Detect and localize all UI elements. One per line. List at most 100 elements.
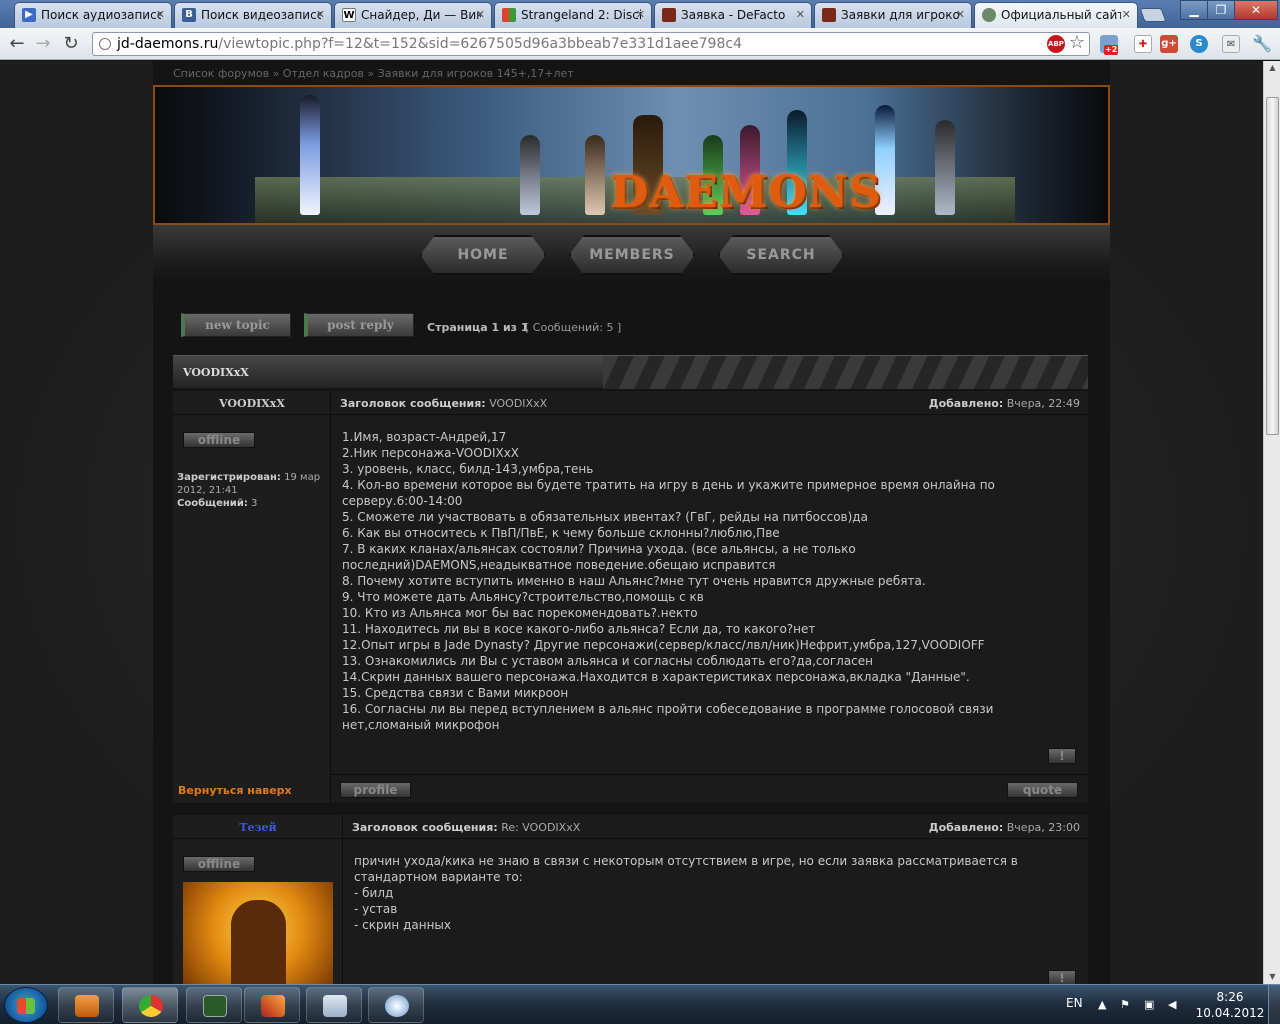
nav-home-button[interactable]: HOME xyxy=(420,235,546,275)
scroll-down-arrow-icon[interactable]: ▼ xyxy=(1266,970,1279,984)
page-scrollbar[interactable]: ▲ ▼ xyxy=(1263,61,1280,984)
scroll-up-arrow-icon[interactable]: ▲ xyxy=(1266,61,1279,75)
action-center-flag-icon[interactable]: ⚑ xyxy=(1120,999,1132,1011)
close-icon[interactable]: ✕ xyxy=(956,3,965,27)
close-icon[interactable]: ✕ xyxy=(636,3,645,27)
post-line: 11. Находитесь ли вы в косе какого-либо … xyxy=(342,622,816,636)
start-button[interactable] xyxy=(4,987,48,1023)
new-topic-button[interactable]: new topic xyxy=(181,313,291,337)
network-icon[interactable]: ▣ xyxy=(1144,999,1156,1011)
language-indicator[interactable]: EN xyxy=(1066,996,1083,1010)
post-line: - устав xyxy=(354,902,398,916)
post-line: причин ухода/кика не знаю в связи с неко… xyxy=(354,854,1018,884)
post-line: - скрин данных xyxy=(354,918,451,932)
volume-icon[interactable]: ◀ xyxy=(1168,999,1180,1011)
minimize-button[interactable]: ▁ xyxy=(1180,0,1208,20)
author-meta: Зарегистрирован: 19 мар 2012, 21:41 Сооб… xyxy=(177,471,327,510)
forward-arrow-icon[interactable]: → xyxy=(32,33,54,55)
post-line: - билд xyxy=(354,886,394,900)
play-icon: ▶ xyxy=(22,8,36,22)
weather-icon[interactable]: +2 xyxy=(1100,35,1119,55)
post-line: 4. Кол-во времени которое вы будете трат… xyxy=(342,478,995,508)
tray-expand-icon[interactable]: ▲ xyxy=(1098,999,1110,1011)
post-subject: Заголовок сообщения: Re: VOODIXxX xyxy=(352,821,580,834)
post-line: 8. Почему хотите вступить именно в наш А… xyxy=(342,574,926,588)
taskbar-voice-chat[interactable] xyxy=(368,987,424,1023)
site-banner[interactable]: DAEMONS xyxy=(153,85,1110,225)
google-plus-icon[interactable]: g+ xyxy=(1160,35,1178,53)
taskbar-game[interactable] xyxy=(244,987,300,1023)
subject-label: Заголовок сообщения: xyxy=(352,821,498,834)
post-line: 15. Средства связи с Вами микроон xyxy=(342,686,569,700)
profile-button[interactable]: profile xyxy=(340,782,411,798)
offline-status: offline xyxy=(183,856,255,872)
taskbar-chrome[interactable] xyxy=(122,987,178,1023)
close-icon[interactable]: ✕ xyxy=(316,3,325,27)
divider xyxy=(331,774,1088,775)
registered-label: Зарегистрирован: xyxy=(177,472,281,483)
quote-button[interactable]: quote xyxy=(1007,782,1078,798)
clock-time[interactable]: 8:26 xyxy=(1200,990,1260,1004)
tab-video-search[interactable]: B Поиск видеозаписей ✕ xyxy=(174,2,332,28)
address-bar[interactable]: jd-daemons.ru/viewtopic.php?f=12&t=152&s… xyxy=(92,32,1090,56)
post-line: 1.Имя, возраст-Андрей,17 xyxy=(342,430,507,444)
report-button[interactable]: ! xyxy=(1048,748,1076,764)
post-date: Добавлено: Вчера, 23:00 xyxy=(929,821,1080,834)
nav-members-button[interactable]: MEMBERS xyxy=(569,235,695,275)
monitor-icon xyxy=(203,995,227,1017)
scrollbar-thumb[interactable] xyxy=(1266,97,1279,435)
bookmark-star-icon[interactable]: ☆ xyxy=(1068,34,1086,52)
adblock-icon[interactable]: ABP xyxy=(1047,35,1065,53)
post-subject: Заголовок сообщения: VOODIXxX xyxy=(340,397,547,410)
close-icon[interactable]: ✕ xyxy=(476,3,485,27)
nav-search-button[interactable]: SEARCH xyxy=(718,235,844,275)
url-path: /viewtopic.php?f=12&t=152&sid=6267505d96… xyxy=(218,36,742,52)
new-tab-button[interactable] xyxy=(1139,8,1167,22)
reload-icon[interactable]: ↻ xyxy=(60,33,82,55)
posted-label: Добавлено: xyxy=(928,821,1004,834)
avatar xyxy=(183,882,333,984)
post-line: 9. Что можете дать Альянсу?строительство… xyxy=(342,590,704,604)
post: Тезей offline Заголовок сообщения: Re: V… xyxy=(173,815,1088,984)
tab-player-applications[interactable]: Заявки для игроков ✕ xyxy=(814,2,972,28)
wrench-icon[interactable]: 🔧 xyxy=(1252,35,1272,53)
browser-toolbar: ← → ↻ jd-daemons.ru/viewtopic.php?f=12&t… xyxy=(0,28,1280,60)
post-header: Заголовок сообщения: Re: VOODIXxX Добавл… xyxy=(173,815,1088,839)
browser-tab-strip: ▶ Поиск аудиозаписей ✕ B Поиск видеозапи… xyxy=(0,0,1280,28)
back-to-top-link[interactable]: Вернуться наверх xyxy=(178,784,292,797)
topic-title-bar: VOODIXxX xyxy=(173,355,1088,389)
tab-official-site[interactable]: Официальный сайт ✕ xyxy=(974,2,1138,28)
forum-site: Список форумов » Отдел кадров » Заявки д… xyxy=(153,61,1110,984)
tab-strangeland[interactable]: Strangeland 2: Discipl ✕ xyxy=(494,2,652,28)
tab-audio-search[interactable]: ▶ Поиск аудиозаписей ✕ xyxy=(14,2,172,28)
mail-icon[interactable]: ✉ xyxy=(1222,35,1240,53)
taskbar-task-manager[interactable] xyxy=(186,987,242,1023)
breadcrumb[interactable]: Список форумов » Отдел кадров » Заявки д… xyxy=(173,67,574,80)
maximize-button[interactable]: ❐ xyxy=(1207,0,1235,20)
skype-icon[interactable]: S xyxy=(1190,35,1208,53)
posts-label: Сообщений: xyxy=(177,498,248,509)
taskbar-media-player[interactable] xyxy=(58,987,114,1023)
back-arrow-icon[interactable]: ← xyxy=(6,33,28,55)
post-body: 1.Имя, возраст-Андрей,17 2.Ник персонажа-… xyxy=(342,429,1062,733)
game-icon xyxy=(662,8,676,22)
offline-status: offline xyxy=(183,432,255,448)
subject-value: Re: VOODIXxX xyxy=(501,821,581,834)
report-button[interactable]: ! xyxy=(1048,970,1076,984)
close-icon[interactable]: ✕ xyxy=(796,3,805,27)
window-close-button[interactable]: ✕ xyxy=(1234,0,1278,20)
show-desktop-button[interactable] xyxy=(1268,985,1280,1024)
page-viewport: Список форумов » Отдел кадров » Заявки д… xyxy=(0,61,1263,984)
close-icon[interactable]: ✕ xyxy=(156,3,165,27)
post-reply-button[interactable]: post reply xyxy=(304,313,414,337)
game-icon xyxy=(822,8,836,22)
taskbar-files[interactable] xyxy=(306,987,362,1023)
close-icon[interactable]: ✕ xyxy=(1122,3,1131,27)
tab-label: Поиск видеозаписей xyxy=(201,8,321,22)
post-line: 13. Ознакомились ли Вы с уставом альянса… xyxy=(342,654,873,668)
subject-label: Заголовок сообщения: xyxy=(340,397,486,410)
tab-defacto[interactable]: Заявка - DeFacto ✕ xyxy=(654,2,812,28)
clock-date[interactable]: 10.04.2012 xyxy=(1194,1006,1266,1020)
extension-cross-icon[interactable]: ✚ xyxy=(1134,35,1152,53)
tab-wikipedia[interactable]: W Снайдер, Ди — Вики ✕ xyxy=(334,2,492,28)
